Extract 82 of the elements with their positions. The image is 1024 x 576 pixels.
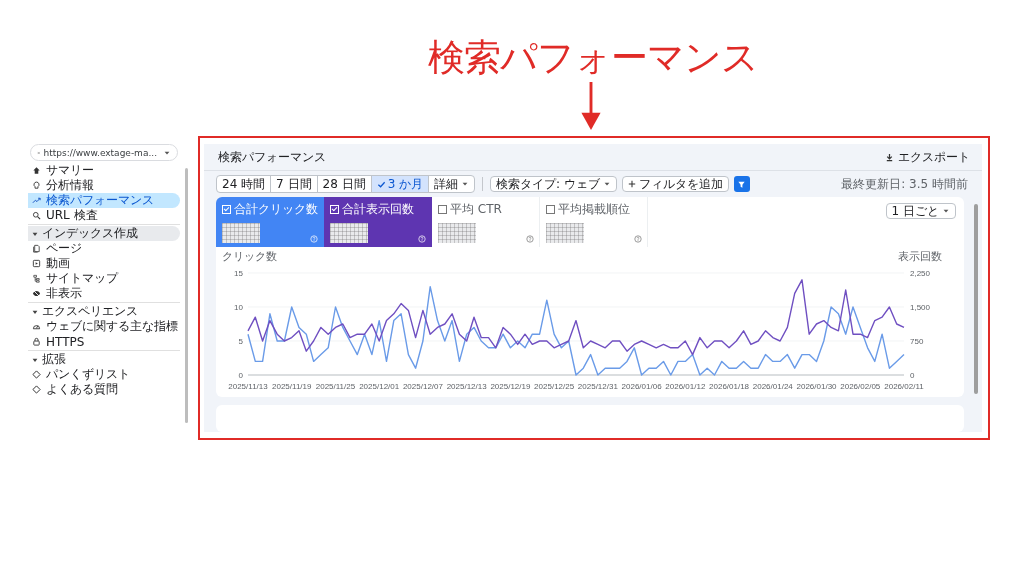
axis-tick-label: 2026/02/05 xyxy=(840,382,881,391)
caret-icon xyxy=(461,180,470,188)
pixelated-value xyxy=(330,223,368,243)
sidebar-item[interactable]: 動画 xyxy=(28,256,180,271)
axis-tick-label: 1,500 xyxy=(910,303,931,312)
sidebar-item[interactable]: よくある質問 xyxy=(28,382,180,397)
annotation-title: 検索パフォーマンス xyxy=(428,35,758,81)
sidebar-section-header[interactable]: インデックス作成 xyxy=(28,226,180,241)
axis-tick-label: 0 xyxy=(238,371,243,380)
last-updated-text: 最終更新日: 3.5 時間前 xyxy=(841,175,968,193)
scrollbar[interactable] xyxy=(185,168,188,423)
axis-tick-label: 2,250 xyxy=(910,269,931,278)
axis-tick-label: 2025/12/01 xyxy=(359,382,400,391)
caret-icon xyxy=(602,180,611,188)
help-icon[interactable] xyxy=(634,235,642,243)
axis-tick-label: 2025/11/19 xyxy=(272,382,312,391)
annotation-arrow xyxy=(579,82,603,130)
help-icon[interactable] xyxy=(526,235,534,243)
caret-icon xyxy=(942,207,950,215)
axis-tick-label: 0 xyxy=(910,371,915,380)
sidebar-item[interactable]: ページ xyxy=(28,241,180,256)
date-range-button[interactable]: 28 日間 xyxy=(317,176,372,192)
trend-line-icon xyxy=(32,196,41,205)
axis-tick-label: 2025/11/13 xyxy=(228,382,268,391)
axis-tick-label: 750 xyxy=(910,337,924,346)
filter-button[interactable] xyxy=(733,176,750,192)
sidebar-section-header[interactable]: 拡張 xyxy=(28,352,180,367)
axis-tick-label: 2026/02/11 xyxy=(884,382,924,391)
pixelated-value xyxy=(546,223,584,243)
axis-label: クリック数 xyxy=(222,250,277,263)
date-range-button[interactable]: 24 時間 xyxy=(217,176,272,192)
sidebar-item[interactable]: ウェブに関する主な指標 xyxy=(28,319,180,334)
axis-tick-label: 2026/01/30 xyxy=(796,382,837,391)
filter-icon xyxy=(737,179,747,189)
gauge-icon xyxy=(32,322,41,331)
sidebar-item[interactable]: パンくずリスト xyxy=(28,367,180,382)
check-icon xyxy=(376,179,386,189)
axis-tick-label: 2025/11/25 xyxy=(315,382,356,391)
search-type-dropdown[interactable]: 検索タイプ: ウェブ xyxy=(490,176,617,192)
axis-tick-label: 2025/12/07 xyxy=(402,382,443,391)
video-icon xyxy=(32,259,41,268)
axis-tick-label: 10 xyxy=(234,303,243,312)
sidebar-item[interactable]: 検索パフォーマンス xyxy=(28,193,180,208)
sidebar-item[interactable]: HTTPS xyxy=(28,334,180,349)
sidebar-item[interactable]: サマリー xyxy=(28,163,180,178)
axis-tick-label: 2025/12/25 xyxy=(534,382,575,391)
sidebar-item[interactable]: URL 検査 xyxy=(28,208,180,223)
axis-tick-label: 2026/01/12 xyxy=(665,382,706,391)
sidebar-item[interactable]: サイトマップ xyxy=(28,271,180,286)
page-icon xyxy=(32,244,41,253)
axis-tick-label: 2025/12/31 xyxy=(577,382,618,391)
date-range-button[interactable]: 詳細 xyxy=(429,176,475,192)
axis-tick-label: 2026/01/24 xyxy=(752,382,793,391)
checkbox[interactable] xyxy=(438,205,447,214)
axis-tick-label: 2025/12/13 xyxy=(446,382,487,391)
checkbox[interactable] xyxy=(546,205,555,214)
metric-card[interactable]: 平均 CTR xyxy=(432,197,540,247)
export-button[interactable]: エクスポート xyxy=(885,148,970,166)
axis-tick-label: 2026/01/18 xyxy=(709,382,750,391)
pin-icon xyxy=(32,181,41,190)
axis-label: 表示回数 xyxy=(898,250,942,263)
axis-tick-label: 5 xyxy=(238,337,243,346)
date-range-button[interactable]: 7 日間 xyxy=(271,176,318,192)
home-icon xyxy=(32,166,41,175)
scrollbar[interactable] xyxy=(974,204,978,394)
page-title: 検索パフォーマンス xyxy=(218,148,326,166)
lock-icon xyxy=(32,337,41,346)
axis-tick-label: 15 xyxy=(234,269,243,278)
granularity-dropdown[interactable]: 1 日ごと xyxy=(885,203,956,219)
metric-card[interactable]: 平均掲載順位 xyxy=(540,197,648,247)
date-range-button[interactable]: 3 か月 xyxy=(371,176,430,192)
axis-tick-label: 2025/12/19 xyxy=(490,382,531,391)
search-icon xyxy=(32,211,41,220)
pixelated-value xyxy=(438,223,476,243)
axis-tick-label: 2026/01/06 xyxy=(621,382,662,391)
plus-icon xyxy=(627,180,636,188)
pixelated-value xyxy=(222,223,260,243)
add-filter-button[interactable]: フィルタを追加 xyxy=(621,176,729,192)
sidebar-item[interactable]: 分析情報 xyxy=(28,178,180,193)
download-icon xyxy=(885,152,894,162)
sidebar-item[interactable]: 非表示 xyxy=(28,286,180,301)
sidebar-section-header[interactable]: エクスペリエンス xyxy=(28,304,180,319)
